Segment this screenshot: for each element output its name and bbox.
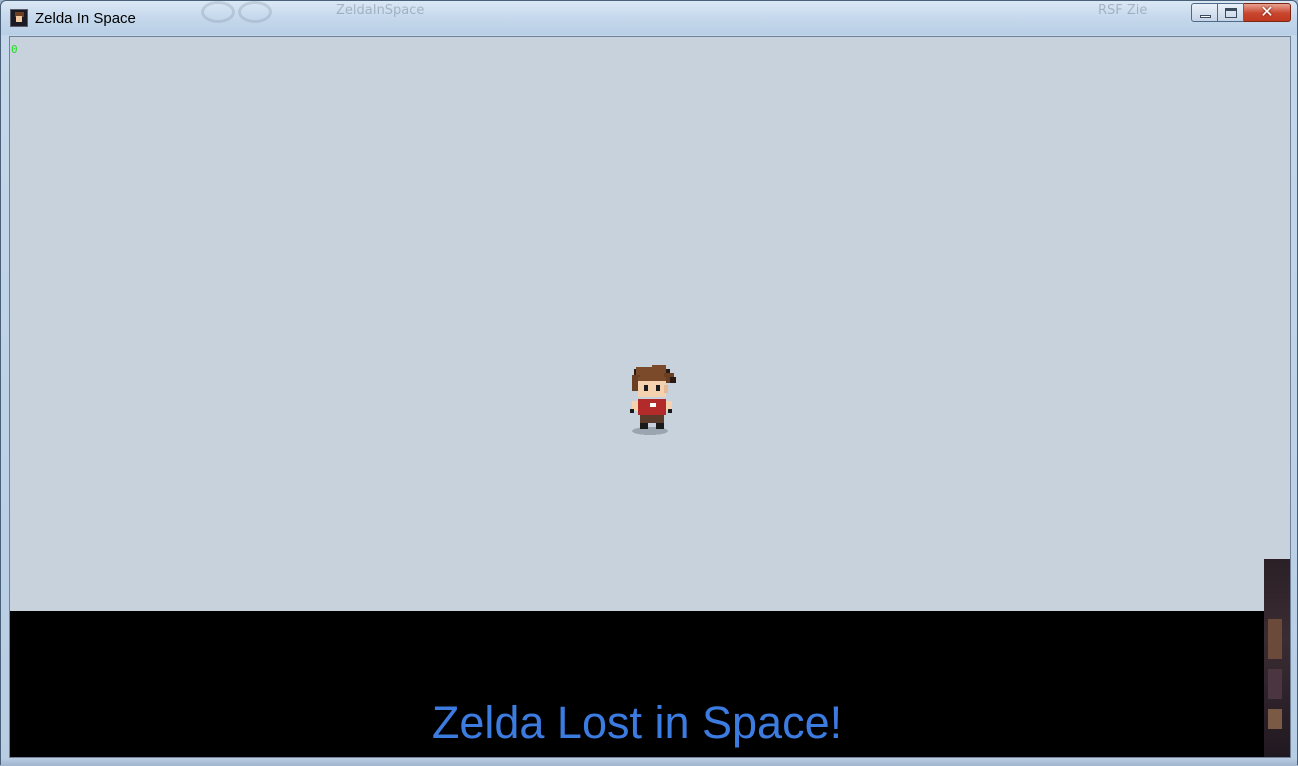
- game-caption: Zelda Lost in Space!: [431, 697, 843, 748]
- ghost-circle-icon: [201, 1, 235, 23]
- ghost-text: RSF Zie: [1098, 3, 1148, 18]
- game-window: ZeldaInSpace RSF Zie Zelda In Space ✕ 0: [0, 0, 1298, 766]
- background-window-edge: [1264, 559, 1290, 757]
- app-icon: [10, 9, 28, 27]
- maximize-icon: [1225, 8, 1237, 18]
- player-sprite: [630, 365, 676, 435]
- title-bar[interactable]: ZeldaInSpace RSF Zie Zelda In Space ✕: [1, 1, 1297, 35]
- minimize-icon: [1200, 15, 1211, 18]
- maximize-button[interactable]: [1218, 3, 1244, 22]
- fps-counter: 0: [11, 43, 18, 56]
- close-icon: ✕: [1260, 2, 1274, 21]
- close-button[interactable]: ✕: [1244, 2, 1291, 22]
- dialog-panel: Zelda Lost in Space!: [10, 611, 1264, 757]
- window-title: Zelda In Space: [35, 10, 136, 27]
- ghost-text: ZeldaInSpace: [336, 3, 425, 18]
- window-controls: ✕: [1191, 2, 1291, 23]
- game-canvas[interactable]: 0 Zelda Lost in Space!: [9, 36, 1291, 758]
- ghost-circle-icon: [238, 1, 272, 23]
- minimize-button[interactable]: [1191, 3, 1218, 22]
- background-window-ghost: ZeldaInSpace RSF Zie: [196, 1, 1156, 23]
